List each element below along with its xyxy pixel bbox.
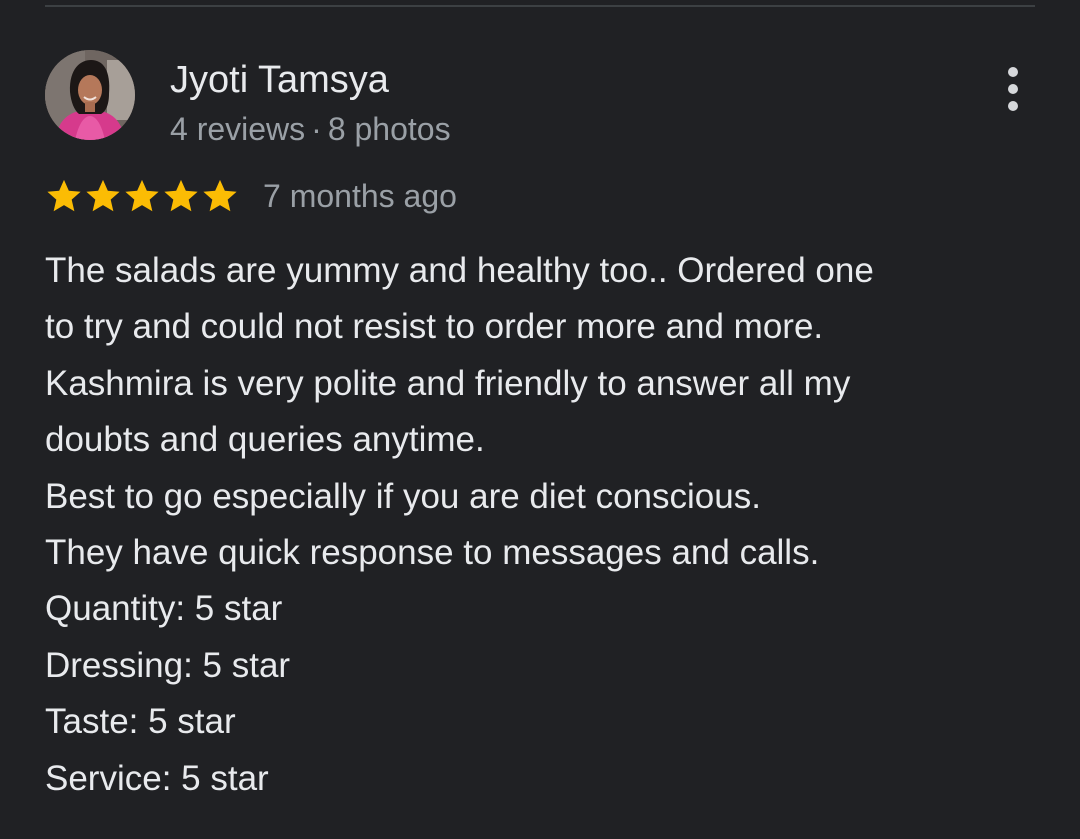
more-vertical-icon-dot (1008, 101, 1018, 111)
review-text-line: Kashmira is very polite and friendly to … (45, 363, 851, 403)
review-text-line: Service: 5 star (45, 758, 269, 798)
star-icon (125, 179, 159, 212)
star-icon (164, 179, 198, 212)
meta-separator: · (311, 111, 322, 147)
photos-count: 8 photos (327, 111, 451, 147)
star-icon (203, 179, 237, 212)
review-text-line: Dressing: 5 star (45, 645, 291, 685)
review-text-line: doubts and queries anytime. (45, 420, 485, 460)
review-date: 7 months ago (263, 178, 457, 214)
reviews-count: 4 reviews (170, 111, 306, 147)
review-text-line: They have quick response to messages and… (45, 533, 820, 573)
more-options-button[interactable] (992, 64, 1034, 114)
review-text-line: Taste: 5 star (45, 702, 236, 742)
star-icon (86, 179, 120, 212)
more-vertical-icon (1008, 67, 1018, 77)
author-meta: 4 reviews · 8 photos (170, 109, 451, 149)
review-text-line: The salads are yummy and healthy too.. O… (45, 251, 874, 290)
rating-row: 7 months ago (45, 174, 457, 218)
review-text-line: Best to go especially if you are diet co… (45, 476, 761, 516)
author-avatar[interactable] (45, 50, 135, 140)
review-text-line: Quantity: 5 star (45, 589, 283, 629)
author-name[interactable]: Jyoti Tamsya (170, 58, 389, 102)
star-icon (47, 179, 81, 212)
avatar-photo (45, 50, 135, 140)
more-vertical-icon-dot (1008, 84, 1018, 94)
top-divider (45, 5, 1035, 7)
star-rating (45, 177, 239, 215)
review-text: The salads are yummy and healthy too.. O… (45, 243, 1045, 807)
review-text-line: to try and could not resist to order mor… (45, 307, 824, 347)
